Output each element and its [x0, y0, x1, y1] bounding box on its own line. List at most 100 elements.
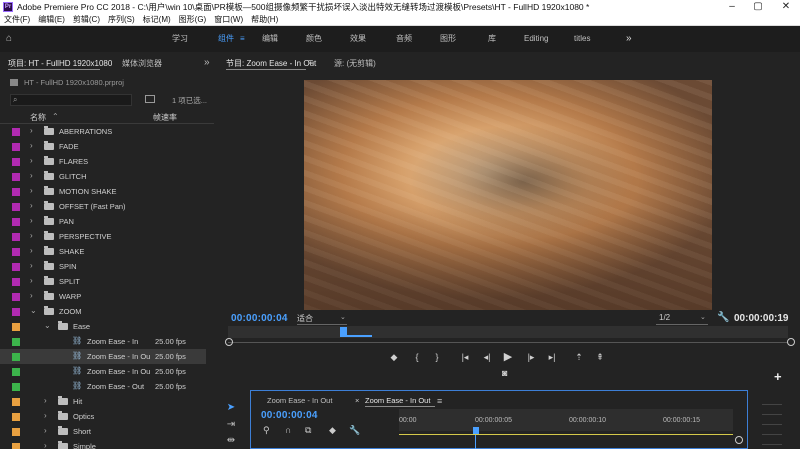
chevron-right-icon[interactable]: › — [44, 441, 47, 449]
label-color-swatch[interactable] — [12, 293, 20, 301]
project-item[interactable]: ⌄ ZOOM — [0, 304, 206, 319]
program-scrub-bar[interactable] — [228, 326, 788, 338]
label-color-swatch[interactable] — [12, 398, 20, 406]
workspace-color[interactable]: 颜色 — [306, 26, 322, 52]
export-frame-camera-icon[interactable]: ◙ — [502, 368, 514, 378]
timeline-tab-1[interactable]: Zoom Ease - In Out — [267, 396, 332, 405]
label-color-swatch[interactable] — [12, 383, 20, 391]
label-color-swatch[interactable] — [12, 218, 20, 226]
minimize-button[interactable]: – — [718, 0, 746, 14]
track-select-tool-icon[interactable]: ⇥ — [225, 419, 237, 431]
project-item[interactable]: › Short — [0, 424, 206, 439]
chevron-right-icon[interactable]: › — [30, 291, 33, 300]
home-icon[interactable]: ⌂ — [6, 34, 18, 44]
label-color-swatch[interactable] — [12, 278, 20, 286]
tab-project[interactable]: 项目: HT - FullHD 1920x1080 — [8, 58, 112, 69]
label-color-swatch[interactable] — [12, 188, 20, 196]
selection-tool-icon[interactable]: ➤ — [225, 402, 237, 414]
chevron-down-icon[interactable]: ⌄ — [44, 321, 51, 330]
mark-out-icon[interactable]: } — [430, 351, 444, 363]
settings-wrench-icon[interactable]: 🔧 — [717, 312, 729, 323]
menu-graphics[interactable]: 图形(G) — [175, 14, 211, 25]
search-input[interactable]: ⌕ — [10, 94, 132, 106]
menu-edit[interactable]: 编辑(E) — [34, 14, 69, 25]
label-color-swatch[interactable] — [12, 263, 20, 271]
workspace-overflow-icon[interactable]: » — [626, 26, 632, 52]
chevron-right-icon[interactable]: › — [30, 156, 33, 165]
chevron-right-icon[interactable]: › — [30, 276, 33, 285]
mark-in-icon[interactable]: { — [410, 351, 424, 363]
playhead-marker[interactable] — [340, 327, 347, 335]
add-marker-timeline-icon[interactable]: ◆ — [329, 425, 336, 436]
project-item[interactable]: › WARP — [0, 289, 206, 304]
tab-program[interactable]: 节目: Zoom Ease - In Out — [226, 58, 316, 69]
menu-window[interactable]: 窗口(W) — [210, 14, 247, 25]
project-item[interactable]: › PERSPECTIVE — [0, 229, 206, 244]
project-item[interactable]: › SPIN — [0, 259, 206, 274]
workspace-libraries[interactable]: 库 — [488, 26, 496, 52]
program-menu-icon[interactable]: ≡ — [308, 57, 313, 67]
zoom-handle-right[interactable] — [787, 338, 795, 346]
tab-media-browser[interactable]: 媒体浏览器 — [122, 58, 162, 69]
chevron-right-icon[interactable]: › — [30, 261, 33, 270]
workspace-menu-icon[interactable]: ≡ — [240, 26, 245, 52]
workspace-editing[interactable]: 编辑 — [262, 26, 278, 52]
timeline-timecode[interactable]: 00:00:00:04 — [261, 410, 318, 421]
label-color-swatch[interactable] — [12, 308, 20, 316]
column-name[interactable]: 名称 — [30, 112, 46, 123]
workspace-learning[interactable]: 学习 — [172, 26, 188, 52]
project-item[interactable]: › MOTION SHAKE — [0, 184, 206, 199]
workspace-audio[interactable]: 音频 — [396, 26, 412, 52]
nest-toggle-icon[interactable]: ⚲ — [263, 425, 270, 436]
label-color-swatch[interactable] — [12, 443, 20, 449]
timeline-zoom-handle[interactable] — [735, 436, 743, 444]
playhead-timecode[interactable]: 00:00:00:04 — [231, 313, 288, 324]
timeline-menu-icon[interactable]: ≡ — [437, 396, 442, 406]
project-item[interactable]: › Hit — [0, 394, 206, 409]
chevron-right-icon[interactable]: › — [30, 141, 33, 150]
project-item[interactable]: ⌄ Ease — [0, 319, 206, 334]
maximize-button[interactable]: ▢ — [744, 0, 772, 14]
chevron-right-icon[interactable]: › — [30, 231, 33, 240]
chevron-right-icon[interactable]: › — [30, 126, 33, 135]
program-video-frame[interactable] — [304, 80, 712, 310]
workspace-assembly[interactable]: 组件 — [218, 26, 234, 52]
go-to-in-icon[interactable]: |◂ — [458, 351, 472, 363]
menu-marker[interactable]: 标记(M) — [139, 14, 175, 25]
label-color-swatch[interactable] — [12, 158, 20, 166]
lift-icon[interactable]: ⇡ — [572, 351, 586, 363]
label-color-swatch[interactable] — [12, 248, 20, 256]
label-color-swatch[interactable] — [12, 323, 20, 331]
menu-sequence[interactable]: 序列(S) — [104, 14, 139, 25]
time-ruler[interactable]: 00:00 00:00:00:05 00:00:00:10 00:00:00:1… — [399, 409, 733, 431]
zoom-scroll-track[interactable] — [228, 342, 788, 343]
chevron-right-icon[interactable]: › — [30, 201, 33, 210]
project-item[interactable]: › SHAKE — [0, 244, 206, 259]
workspace-graphics[interactable]: 图形 — [440, 26, 456, 52]
workspace-titles[interactable]: titles — [574, 26, 590, 52]
play-icon[interactable]: ▶ — [501, 351, 515, 363]
chevron-right-icon[interactable]: › — [30, 171, 33, 180]
project-item[interactable]: ⛓ Zoom Ease - Out 25.00 fps — [0, 379, 206, 394]
timeline-tab-close-icon[interactable]: × — [355, 396, 359, 405]
chevron-right-icon[interactable]: › — [44, 411, 47, 420]
chevron-right-icon[interactable]: › — [30, 246, 33, 255]
label-color-swatch[interactable] — [12, 173, 20, 181]
panel-overflow-icon[interactable]: » — [204, 57, 210, 68]
project-item[interactable]: ⛓ Zoom Ease - In 25.00 fps — [0, 334, 206, 349]
timeline-playhead[interactable] — [473, 427, 479, 434]
chevron-down-icon[interactable]: ⌄ — [30, 306, 37, 315]
label-color-swatch[interactable] — [12, 338, 20, 346]
project-item[interactable]: › Optics — [0, 409, 206, 424]
chevron-right-icon[interactable]: › — [44, 396, 47, 405]
zoom-handle-left[interactable] — [225, 338, 233, 346]
project-item[interactable]: › OFFSET (Fast Pan) — [0, 199, 206, 214]
label-color-swatch[interactable] — [12, 413, 20, 421]
project-item[interactable]: › FADE — [0, 139, 206, 154]
menu-clip[interactable]: 剪辑(C) — [69, 14, 104, 25]
label-color-swatch[interactable] — [12, 233, 20, 241]
workspace-editing-custom[interactable]: Editing — [524, 26, 548, 52]
work-area-bar[interactable] — [399, 434, 733, 435]
chevron-right-icon[interactable]: › — [30, 216, 33, 225]
add-marker-icon[interactable]: ◆ — [387, 351, 401, 363]
